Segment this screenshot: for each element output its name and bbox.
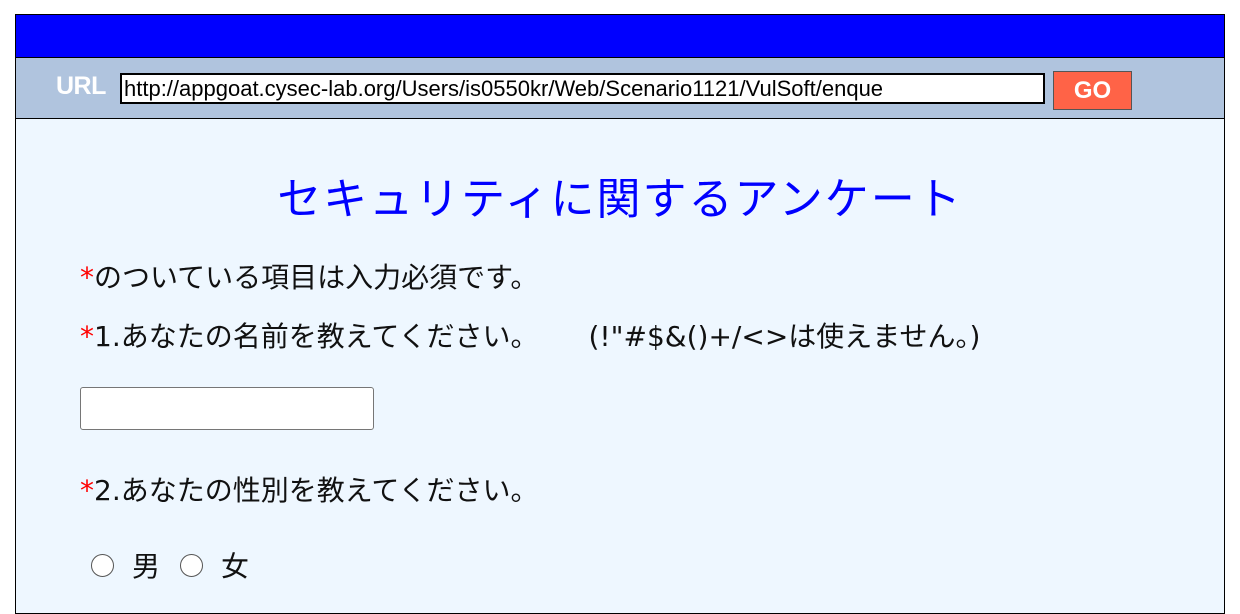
required-note: *のついている項目は入力必須です。 (80, 256, 538, 296)
gender-radio-female[interactable] (180, 553, 204, 577)
url-label: URL (56, 72, 106, 100)
gender-radio-male[interactable] (91, 553, 114, 577)
name-input[interactable] (80, 387, 374, 430)
required-mark: * (80, 320, 94, 353)
url-input[interactable]: http://appgoat.cysec-lab.org/Users/is055… (120, 73, 1045, 104)
question-1-label: 1.あなたの名前を教えてください。 (94, 320, 539, 353)
url-bar: URL http://appgoat.cysec-lab.org/Users/i… (16, 58, 1224, 119)
question-2: *2.あなたの性別を教えてください。 (80, 469, 538, 509)
required-mark: * (80, 474, 94, 507)
page-title: セキュリティに関するアンケート (277, 174, 963, 225)
question-1-hint: (!"#$&()+/<>は使えません。) (588, 320, 981, 353)
gender-label-female: 女 (221, 550, 250, 583)
required-mark: * (80, 261, 94, 294)
question-2-label: 2.あなたの性別を教えてください。 (94, 474, 539, 507)
required-note-text: のついている項目は入力必須です。 (94, 261, 539, 294)
browser-frame: URL http://appgoat.cysec-lab.org/Users/i… (15, 14, 1225, 614)
go-button[interactable]: GO (1053, 71, 1132, 110)
question-1: *1.あなたの名前を教えてください。 (!"#$&()+/<>は使えません。) (80, 315, 980, 355)
gender-options: 男 女 (91, 545, 269, 585)
gender-label-male: 男 (132, 550, 161, 583)
top-bar (16, 15, 1224, 58)
